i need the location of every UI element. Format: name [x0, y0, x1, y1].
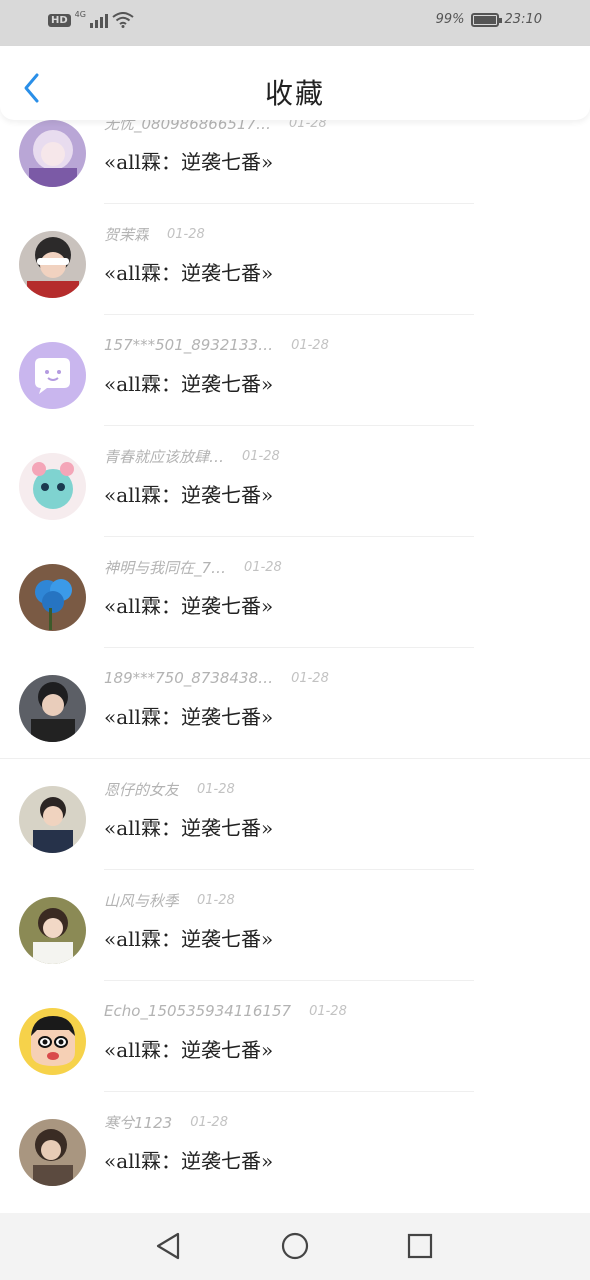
- list-item[interactable]: 寒兮1123 01-28 «all霖：逆袭七番»: [0, 1093, 590, 1203]
- book-title[interactable]: «all霖：逆袭七番»: [104, 146, 273, 175]
- item-date: 01-28: [190, 1114, 228, 1130]
- user-name: 山风与秋季: [104, 891, 180, 910]
- battery-percent: 99%: [435, 12, 465, 27]
- item-meta: 山风与秋季 01-28: [104, 889, 235, 911]
- list-item[interactable]: 恩仔的女友 01-28 «all霖：逆袭七番»: [0, 760, 590, 870]
- book-title[interactable]: «all霖：逆袭七番»: [104, 701, 273, 730]
- list-item[interactable]: 山风与秋季 01-28 «all霖：逆袭七番»: [0, 871, 590, 981]
- user-name: 贺茉霖: [104, 225, 150, 244]
- wifi-icon: [112, 12, 134, 28]
- item-meta: 157***501_8932133… 01-28: [104, 334, 329, 356]
- status-left: HD 4G: [48, 9, 134, 28]
- avatar[interactable]: [19, 342, 86, 409]
- user-name: 157***501_8932133…: [104, 336, 274, 354]
- list-item[interactable]: 157***501_8932133… 01-28 «all霖：逆袭七番»: [0, 316, 590, 426]
- item-meta: 神明与我同在_7… 01-28: [104, 556, 282, 578]
- list-item[interactable]: 无忧_080986866517… 01-28 «all霖：逆袭七番»: [0, 120, 590, 204]
- item-date: 01-28: [291, 337, 329, 353]
- signal-icon: [89, 12, 108, 28]
- item-meta: 无忧_080986866517… 01-28: [104, 120, 327, 134]
- avatar[interactable]: [19, 564, 86, 631]
- avatar[interactable]: [19, 231, 86, 298]
- user-name: 寒兮1123: [104, 1113, 173, 1132]
- avatar[interactable]: [19, 897, 86, 964]
- avatar[interactable]: [19, 786, 86, 853]
- item-meta: 恩仔的女友 01-28: [104, 778, 235, 800]
- divider: [104, 1091, 474, 1092]
- avatar[interactable]: [19, 453, 86, 520]
- book-title[interactable]: «all霖：逆袭七番»: [104, 590, 273, 619]
- system-nav-bar: [0, 1213, 590, 1280]
- item-date: 01-28: [291, 670, 329, 686]
- item-meta: 青春就应该放肆… 01-28: [104, 445, 280, 467]
- user-name: 无忧_080986866517…: [104, 120, 272, 133]
- favorites-list: 无忧_080986866517… 01-28 «all霖：逆袭七番» 贺茉霖 0…: [0, 120, 590, 1213]
- network-type: 4G: [74, 9, 86, 19]
- item-date: 01-28: [197, 892, 235, 908]
- user-name: 神明与我同在_7…: [104, 558, 227, 577]
- avatar[interactable]: [19, 120, 86, 187]
- item-date: 01-28: [197, 781, 235, 797]
- divider: [104, 203, 474, 204]
- divider: [104, 869, 474, 870]
- app-header: 收藏: [0, 46, 590, 120]
- user-name: 189***750_8738438…: [104, 669, 274, 687]
- book-title[interactable]: «all霖：逆袭七番»: [104, 812, 273, 841]
- circle-home-icon[interactable]: [280, 1231, 310, 1261]
- list-item[interactable]: 神明与我同在_7… 01-28 «all霖：逆袭七番»: [0, 538, 590, 648]
- status-right: 99% 23:10: [436, 12, 542, 27]
- status-bar: HD 4G 99% 23:10: [0, 0, 590, 46]
- battery-icon: [470, 12, 502, 27]
- user-name: Echo_150535934116157: [104, 1002, 292, 1020]
- divider: [104, 980, 474, 981]
- book-title[interactable]: «all霖：逆袭七番»: [104, 1145, 273, 1174]
- triangle-back-icon[interactable]: [154, 1231, 184, 1261]
- item-date: 01-28: [167, 226, 205, 242]
- item-date: 01-28: [244, 559, 282, 575]
- book-title[interactable]: «all霖：逆袭七番»: [104, 479, 273, 508]
- hd-badge: HD: [48, 13, 71, 27]
- list-item[interactable]: 青春就应该放肆… 01-28 «all霖：逆袭七番»: [0, 427, 590, 537]
- avatar[interactable]: [19, 1008, 86, 1075]
- item-date: 01-28: [309, 1003, 347, 1019]
- avatar[interactable]: [19, 675, 86, 742]
- user-name: 恩仔的女友: [104, 780, 180, 799]
- divider: [104, 647, 474, 648]
- list-item[interactable]: 贺茉霖 01-28 «all霖：逆袭七番»: [0, 205, 590, 315]
- book-title[interactable]: «all霖：逆袭七番»: [104, 1034, 273, 1063]
- item-meta: 189***750_8738438… 01-28: [104, 667, 329, 689]
- item-meta: 贺茉霖 01-28: [104, 223, 205, 245]
- divider: [104, 425, 474, 426]
- user-name: 青春就应该放肆…: [104, 447, 225, 466]
- avatar[interactable]: [19, 1119, 86, 1186]
- page-title: 收藏: [264, 77, 325, 110]
- clock: 23:10: [504, 12, 542, 27]
- book-title[interactable]: «all霖：逆袭七番»: [104, 257, 273, 286]
- divider: [104, 536, 474, 537]
- divider: [0, 758, 590, 759]
- list-item[interactable]: Echo_150535934116157 01-28 «all霖：逆袭七番»: [0, 982, 590, 1092]
- square-recents-icon[interactable]: [405, 1231, 435, 1261]
- item-meta: Echo_150535934116157 01-28: [104, 1000, 347, 1022]
- item-meta: 寒兮1123 01-28: [104, 1111, 228, 1133]
- divider: [104, 314, 474, 315]
- item-date: 01-28: [289, 120, 327, 131]
- list-item[interactable]: 189***750_8738438… 01-28 «all霖：逆袭七番»: [0, 649, 590, 759]
- book-title[interactable]: «all霖：逆袭七番»: [104, 923, 273, 952]
- item-date: 01-28: [242, 448, 280, 464]
- book-title[interactable]: «all霖：逆袭七番»: [104, 368, 273, 397]
